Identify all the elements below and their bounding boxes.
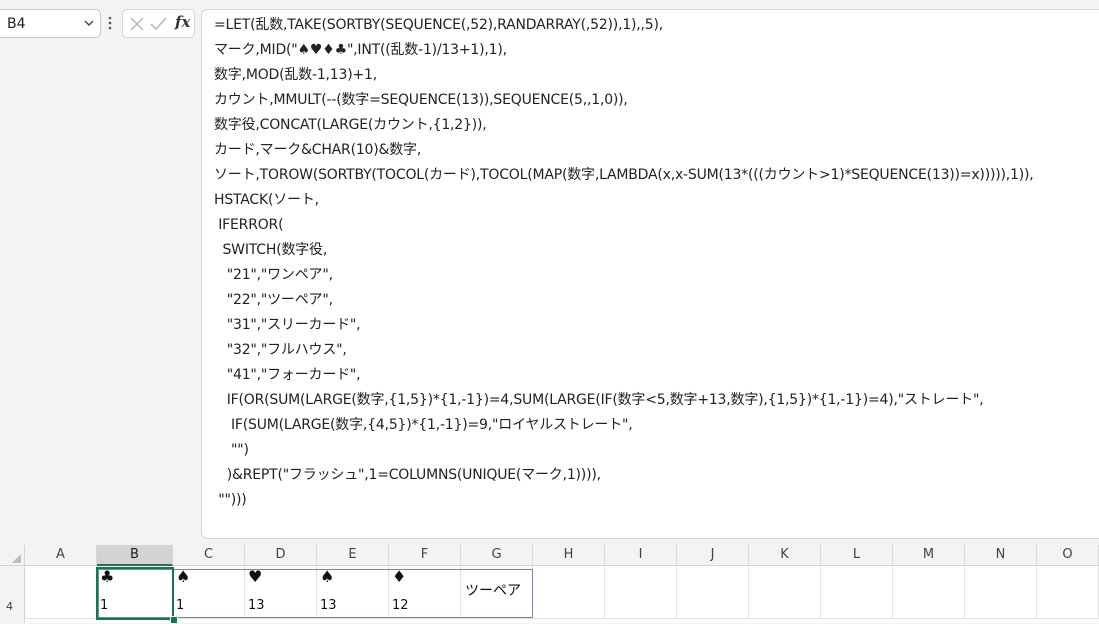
column-header-c[interactable]: C (173, 545, 245, 566)
select-all-triangle-icon (12, 554, 21, 563)
formula-line: IFERROR( (214, 217, 284, 233)
formula-line: SWITCH(数字役, (214, 242, 328, 258)
column-header-a[interactable]: A (25, 545, 97, 566)
cell-L4[interactable] (821, 566, 893, 619)
more-options-icon[interactable] (106, 14, 114, 32)
row-header-label: 4 (6, 600, 13, 613)
cell-I4[interactable] (605, 566, 677, 619)
insert-function-icon[interactable]: fx (175, 13, 190, 31)
formula-line: カード,マーク&CHAR(10)&数字, (214, 142, 422, 158)
column-header-k[interactable]: K (749, 545, 821, 566)
column-header-o[interactable]: O (1037, 545, 1099, 566)
cell-K4[interactable] (749, 566, 821, 619)
card-suit: ♦ (392, 567, 407, 586)
worksheet-grid[interactable]: ABCDEFGHIJKLMNO 4 ♣ 1 ♠ 1 ♥ 13 ♠ 13 ♦ 12… (0, 545, 1099, 624)
cell-D4[interactable]: ♥ 13 (245, 566, 317, 619)
formula-line: 数字,MOD(乱数-1,13)+1, (214, 67, 377, 83)
formula-line: ""))) (214, 492, 247, 508)
name-box-value: B4 (7, 16, 26, 32)
formula-line: カウント,MMULT(--(数字=SEQUENCE(13)),SEQUENCE(… (214, 92, 628, 108)
formula-text: =LET(乱数,TAKE(SORTBY(SEQUENCE(,52),RANDAR… (214, 13, 1034, 513)
column-header-j[interactable]: J (677, 545, 749, 566)
cell-H4[interactable] (533, 566, 605, 619)
active-cell-border (96, 567, 174, 620)
column-header-n[interactable]: N (965, 545, 1037, 566)
formula-bar-area: B4 fx =LET(乱数,TAKE(SORTBY(SEQUENCE(,52),… (0, 0, 1099, 545)
formula-tools: fx (122, 9, 195, 38)
card-number: 1 (176, 598, 185, 613)
cell-G4[interactable]: ツーペア (461, 566, 533, 619)
cell-J4[interactable] (677, 566, 749, 619)
formula-line: "") (214, 442, 249, 458)
column-header-d[interactable]: D (245, 545, 317, 566)
column-header-b[interactable]: B (97, 545, 173, 566)
card-number: 13 (320, 598, 337, 613)
card-suit: ♠ (176, 567, 191, 586)
cell-C4[interactable]: ♠ 1 (173, 566, 245, 619)
name-box[interactable]: B4 (0, 9, 101, 38)
column-header-i[interactable]: I (605, 545, 677, 566)
formula-line: HSTACK(ソート, (214, 192, 319, 208)
chevron-down-icon[interactable] (84, 16, 94, 30)
formula-line: マーク,MID("♠♥♦♣",INT((乱数-1)/13+1),1), (214, 42, 507, 58)
cell-O4[interactable] (1037, 566, 1099, 619)
formula-line: IF(SUM(LARGE(数字,{4,5})*{1,-1})=9,"ロイヤルスト… (214, 417, 633, 433)
formula-line: "21","ワンペア", (214, 267, 333, 283)
column-header-m[interactable]: M (893, 545, 965, 566)
formula-line: "41","フォーカード", (214, 367, 361, 383)
card-suit: ♥ (248, 567, 263, 586)
cell-F4[interactable]: ♦ 12 (389, 566, 461, 619)
formula-line: "31","スリーカード", (214, 317, 361, 333)
formula-line: 数字役,CONCAT(LARGE(カウント,{1,2})), (214, 117, 487, 133)
enter-check-icon[interactable] (150, 17, 167, 31)
formula-line: IF(OR(SUM(LARGE(数字,{1,5})*{1,-1})=4,SUM(… (214, 392, 984, 408)
formula-line: )&REPT("フラッシュ",1=COLUMNS(UNIQUE(マーク,1)))… (214, 467, 601, 483)
cancel-x-icon[interactable] (130, 17, 144, 31)
formula-line: "32","フルハウス", (214, 342, 347, 358)
hand-result: ツーペア (465, 583, 521, 599)
card-number: 13 (248, 598, 265, 613)
formula-line: =LET(乱数,TAKE(SORTBY(SEQUENCE(,52),RANDAR… (214, 17, 664, 33)
column-header-f[interactable]: F (389, 545, 461, 566)
select-all-button[interactable] (0, 545, 25, 566)
row-header-4[interactable]: 4 (0, 566, 25, 623)
card-suit: ♠ (320, 567, 335, 586)
column-header-h[interactable]: H (533, 545, 605, 566)
column-header-e[interactable]: E (317, 545, 389, 566)
column-header-l[interactable]: L (821, 545, 893, 566)
cell-E4[interactable]: ♠ 13 (317, 566, 389, 619)
formula-input[interactable]: =LET(乱数,TAKE(SORTBY(SEQUENCE(,52),RANDAR… (201, 9, 1099, 539)
column-header-row: ABCDEFGHIJKLMNO (0, 545, 1099, 566)
formula-line: ソート,TOROW(SORTBY(TOCOL(カード),TOCOL(MAP(数字… (214, 167, 1034, 183)
formula-line: "22","ツーペア", (214, 292, 333, 308)
cell-M4[interactable] (893, 566, 965, 619)
cell-A4[interactable] (25, 566, 97, 619)
column-header-g[interactable]: G (461, 545, 533, 566)
cell-N4[interactable] (965, 566, 1037, 619)
card-number: 12 (392, 598, 409, 613)
